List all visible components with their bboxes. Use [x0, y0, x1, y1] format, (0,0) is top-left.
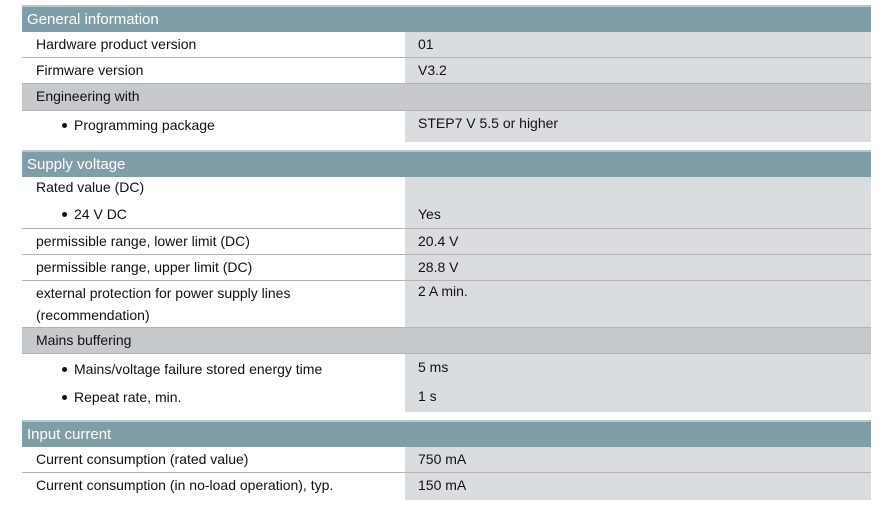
section-header-input-current: Input current	[22, 420, 871, 447]
spec-value: 20.4 V	[405, 229, 871, 254]
spec-sheet: General information Hardware product ver…	[22, 5, 871, 500]
section-header-supply-voltage: Supply voltage	[22, 150, 871, 177]
spec-label-cell: Programming package	[22, 111, 405, 142]
spec-row-repeat-rate: Repeat rate, min. 1 s	[22, 383, 871, 412]
spec-row-hardware-product-version: Hardware product version 01	[22, 32, 871, 58]
spec-value: V3.2	[405, 58, 871, 83]
spec-row-24v-dc: 24 V DC Yes	[22, 200, 871, 229]
spec-value: 5 ms	[405, 354, 871, 383]
spec-value: 2 A min.	[405, 281, 871, 327]
spec-label: Current consumption (rated value)	[22, 447, 405, 472]
spec-row-stored-energy-time: Mains/voltage failure stored energy time…	[22, 354, 871, 383]
spec-row-current-consumption-no-load: Current consumption (in no-load operatio…	[22, 473, 871, 500]
spec-label-cell: Repeat rate, min.	[22, 383, 405, 412]
spec-label: Repeat rate, min.	[74, 389, 182, 405]
spec-value: 150 mA	[405, 473, 871, 500]
spec-label: permissible range, upper limit (DC)	[22, 255, 405, 280]
spec-label: external protection for power supply lin…	[36, 285, 291, 301]
spec-label: Hardware product version	[22, 32, 405, 57]
bullet-icon	[62, 211, 67, 217]
spec-value: 1 s	[405, 383, 871, 412]
spec-row-lower-limit: permissible range, lower limit (DC) 20.4…	[22, 229, 871, 255]
bullet-icon	[62, 122, 67, 128]
spec-label: Programming package	[74, 117, 215, 133]
spec-group-mains-buffering: Mains buffering	[22, 328, 871, 354]
spec-group-label: Engineering with	[22, 84, 405, 110]
spec-row-current-consumption-rated: Current consumption (rated value) 750 mA	[22, 447, 871, 473]
spec-row-firmware-version: Firmware version V3.2	[22, 58, 871, 84]
spec-value	[405, 84, 871, 110]
spec-row-upper-limit: permissible range, upper limit (DC) 28.8…	[22, 255, 871, 281]
section-header-general-information: General information	[22, 5, 871, 32]
spec-label-cell: external protection for power supply lin…	[22, 281, 405, 327]
spec-value: 750 mA	[405, 447, 871, 472]
bullet-icon	[62, 366, 67, 372]
spec-value: 01	[405, 32, 871, 57]
spec-label-cell: 24 V DC	[22, 200, 405, 228]
spec-value: 28.8 V	[405, 255, 871, 280]
spec-label: Rated value (DC)	[22, 177, 405, 200]
spec-label-continued: (recommendation)	[36, 307, 150, 323]
spec-group-engineering-with: Engineering with	[22, 84, 871, 111]
bullet-icon	[62, 394, 67, 400]
spec-label: Current consumption (in no-load operatio…	[22, 473, 405, 500]
spec-label-cell: Mains/voltage failure stored energy time	[22, 354, 405, 383]
spec-value	[405, 328, 871, 353]
spec-row-rated-value: Rated value (DC)	[22, 177, 871, 200]
spec-label: 24 V DC	[74, 206, 127, 222]
spec-value	[405, 177, 871, 200]
spec-row-external-protection: external protection for power supply lin…	[22, 281, 871, 328]
spec-label: permissible range, lower limit (DC)	[22, 229, 405, 254]
spec-value: Yes	[405, 200, 871, 228]
spec-row-programming-package: Programming package STEP7 V 5.5 or highe…	[22, 111, 871, 142]
spec-label: Firmware version	[22, 58, 405, 83]
spec-value: STEP7 V 5.5 or higher	[405, 111, 871, 142]
spec-group-label: Mains buffering	[22, 328, 405, 353]
spec-label: Mains/voltage failure stored energy time	[74, 361, 323, 377]
